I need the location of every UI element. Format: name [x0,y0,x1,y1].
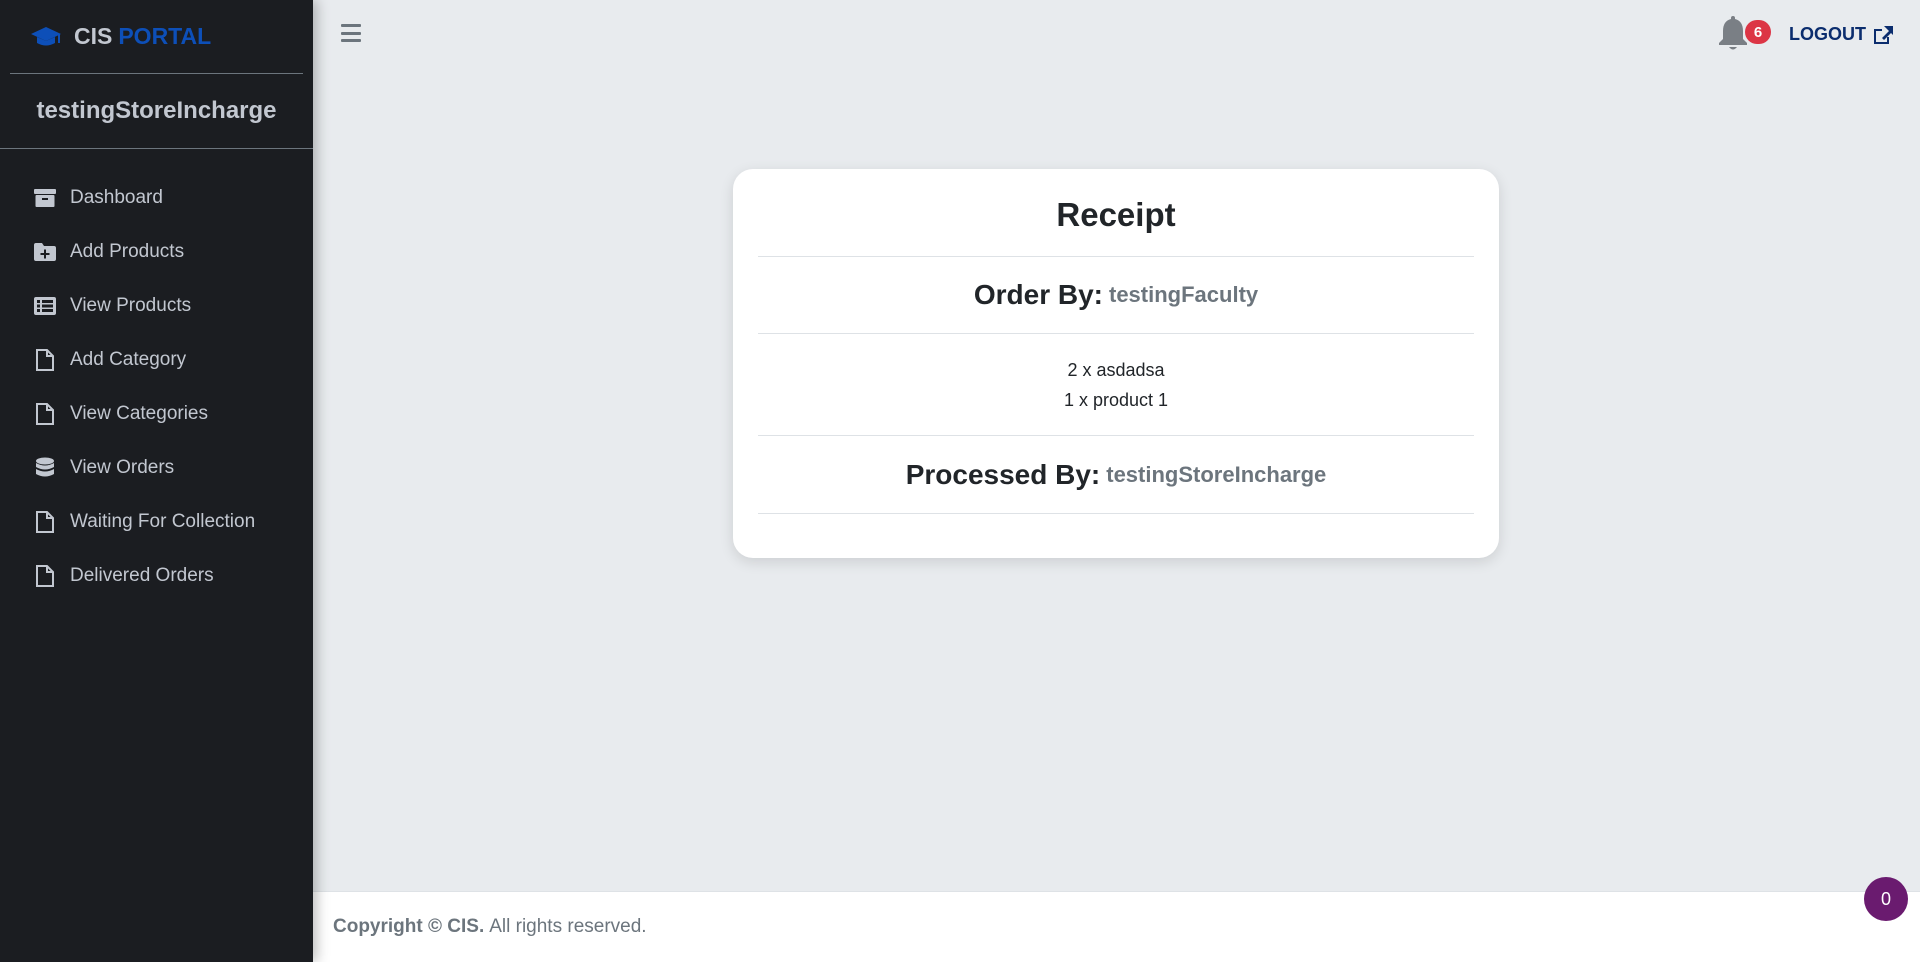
sidebar-item-label: View Categories [70,403,209,424]
brand-name-part2: PORTAL [118,23,212,49]
sidebar-nav: Dashboard Add Products View Products Add… [0,149,313,603]
folder-plus-icon [34,241,56,263]
archive-icon [34,187,56,209]
file-icon [34,349,56,371]
receipt-card: Receipt Order By: testingFaculty 2 x asd… [733,169,1499,558]
order-by-value: testingFaculty [1109,282,1259,307]
user-panel: testingStoreIncharge [0,74,313,149]
sidebar-item-label: Add Category [70,349,187,370]
sidebar-item-view-orders[interactable]: View Orders [0,441,313,495]
external-link-icon [1874,25,1893,44]
graduation-cap-icon [31,26,61,45]
sidebar-item-view-products[interactable]: View Products [0,279,313,333]
chat-count: 0 [1880,888,1891,909]
order-by-row: Order By: testingFaculty [758,257,1474,334]
sidebar-item-label: View Orders [70,457,175,478]
processed-by-row: Processed By: testingStoreIncharge [758,436,1474,514]
sidebar-item-label: View Products [70,295,192,316]
file-icon [34,403,56,425]
file-icon [34,565,56,587]
chat-widget-button[interactable]: 0 [1864,877,1908,921]
database-icon [34,457,56,479]
brand-name-part1: CIS [74,23,113,49]
sidebar-item-delivered-orders[interactable]: Delivered Orders [0,549,313,603]
sidebar-item-waiting-for-collection[interactable]: Waiting For Collection [0,495,313,549]
sidebar: CIS PORTAL testingStoreIncharge Dashboar… [0,0,313,962]
list-icon [34,295,56,317]
sidebar-item-label: Waiting For Collection [70,511,256,532]
copyright-text: Copyright © CIS. [333,916,485,937]
notification-count-badge: 6 [1745,20,1771,44]
rights-text: All rights reserved. [489,916,647,937]
sidebar-item-add-category[interactable]: Add Category [0,333,313,387]
list-item: 2 x asdadsa [1067,359,1165,380]
footer: Copyright © CIS. All rights reserved. [313,891,1920,962]
processed-by-value: testingStoreIncharge [1106,461,1327,487]
file-icon [34,511,56,533]
processed-by-label: Processed By: [905,458,1101,490]
brand-link[interactable]: CIS PORTAL [10,0,303,74]
top-navbar: 6 LOGOUT [313,0,1920,70]
menu-toggle-icon[interactable] [341,24,361,42]
sidebar-item-add-products[interactable]: Add Products [0,225,313,279]
receipt-title: Receipt [758,169,1474,257]
user-name[interactable]: testingStoreIncharge [36,97,276,125]
sidebar-item-label: Dashboard [70,187,163,208]
sidebar-item-dashboard[interactable]: Dashboard [0,171,313,225]
order-items-list: 2 x asdadsa 1 x product 1 [758,334,1474,436]
logout-button[interactable]: LOGOUT [1789,24,1894,45]
sidebar-item-label: Add Products [70,241,185,262]
order-by-label: Order By: [973,279,1103,310]
logout-label: LOGOUT [1789,24,1866,44]
list-item: 1 x product 1 [1063,389,1169,410]
sidebar-item-label: Delivered Orders [70,565,214,586]
sidebar-item-view-categories[interactable]: View Categories [0,387,313,441]
